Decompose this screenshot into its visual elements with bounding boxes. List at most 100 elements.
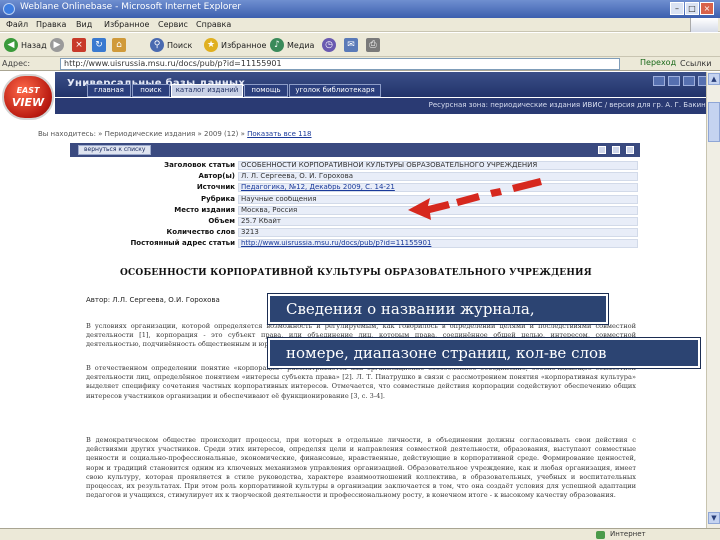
media-label: Медиа: [287, 40, 315, 50]
annotation-callout-details: номере, диапазоне страниц, кол-ве слов: [268, 338, 700, 368]
back-button[interactable]: ◀ Назад: [4, 37, 47, 53]
panel-close-icon[interactable]: [626, 146, 634, 154]
meta-value: ОСОБЕННОСТИ КОРПОРАТИВНОЙ КУЛЬТУРЫ ОБРАЗ…: [238, 161, 638, 170]
close-button[interactable]: ×: [700, 2, 714, 15]
nav-search[interactable]: поиск: [132, 84, 170, 97]
menu-favorites[interactable]: Избранное: [104, 20, 149, 29]
scroll-thumb[interactable]: [708, 102, 720, 142]
search-button[interactable]: ⚲ Поиск: [150, 37, 192, 53]
browser-toolbar: ◀ Назад ▶ × ↻ ⌂ ⚲ Поиск ★ Избранное ♪ Ме…: [0, 33, 720, 57]
nav-help[interactable]: помощь: [244, 84, 288, 97]
media-button[interactable]: ♪ Медиа: [270, 37, 314, 53]
media-icon: ♪: [270, 38, 284, 52]
meta-key: Место издания: [174, 205, 235, 214]
meta-key: Рубрика: [201, 194, 235, 203]
vertical-scrollbar[interactable]: ▲ ▼: [706, 72, 720, 540]
metadata-table: Заголовок статьи ОСОБЕННОСТИ КОРПОРАТИВНО…: [70, 160, 640, 250]
print-button[interactable]: ⎙: [366, 37, 380, 53]
address-bar: Адрес: http://www.uisrussia.msu.ru/docs/…: [0, 57, 720, 71]
article-metadata-panel: вернуться к списку Заголовок статьи ОСОБЕ…: [70, 143, 640, 257]
meta-row-source: Источник Педагогика, №12, Декабрь 2009, С…: [70, 182, 640, 193]
home-button[interactable]: ⌂: [112, 37, 126, 53]
meta-row-authors: Автор(ы) Л. Л. Сергеева, О. И. Горохова: [70, 171, 640, 182]
go-button[interactable]: Переход: [640, 58, 676, 67]
menu-bar: Файл Правка Вид Избранное Сервис Справка: [0, 18, 720, 32]
menu-edit[interactable]: Правка: [36, 20, 66, 29]
arrow-dash-1: [456, 193, 480, 206]
menu-tools[interactable]: Сервис: [158, 20, 188, 29]
logo-line-2: VIEW: [11, 96, 45, 109]
back-label: Назад: [21, 40, 47, 50]
breadcrumb: Вы находитесь: » Периодические издания »…: [38, 130, 312, 138]
meta-key: Количество слов: [166, 228, 235, 237]
permalink-link[interactable]: http://www.uisrussia.msu.ru/docs/pub/p?i…: [238, 239, 638, 249]
maximize-button[interactable]: □: [685, 2, 699, 15]
back-to-list-button[interactable]: вернуться к списку: [78, 145, 152, 155]
stop-button[interactable]: ×: [72, 37, 86, 53]
arrow-dash-2: [490, 188, 502, 197]
windows-logo-icon: [690, 18, 718, 32]
red-dashed-arrow-icon: [408, 178, 542, 220]
meta-row-size: Объем 25.7 Кбайт: [70, 216, 640, 227]
stop-icon: ×: [72, 38, 86, 52]
status-zone: Интернет: [610, 530, 646, 538]
header-icon-2[interactable]: [668, 76, 680, 86]
scroll-down-icon[interactable]: ▼: [708, 512, 720, 524]
mail-icon: ✉: [344, 38, 358, 52]
logo-line-1: EAST: [16, 86, 40, 95]
links-button[interactable]: Ссылки: [680, 59, 711, 68]
address-input[interactable]: http://www.uisrussia.msu.ru/docs/pub/p?i…: [60, 58, 620, 70]
minimize-button[interactable]: –: [670, 2, 684, 15]
menu-file[interactable]: Файл: [6, 20, 28, 29]
meta-key: Объем: [208, 216, 235, 225]
meta-row-rubric: Рубрика Научные сообщения: [70, 194, 640, 205]
nav-home[interactable]: главная: [87, 84, 131, 97]
search-label: Поиск: [167, 40, 193, 50]
ie-logo-icon: [3, 3, 15, 15]
scroll-up-icon[interactable]: ▲: [708, 73, 720, 85]
menu-view[interactable]: Вид: [76, 20, 92, 29]
internet-zone-icon: [596, 531, 605, 539]
favorites-label: Избранное: [221, 40, 267, 50]
header-icon-3[interactable]: [683, 76, 695, 86]
meta-key: Заголовок статьи: [164, 161, 235, 169]
refresh-icon: ↻: [92, 38, 106, 52]
arrow-head: [408, 198, 450, 220]
panel-maximize-icon[interactable]: [612, 146, 620, 154]
window-title: Weblane Onlinebase - Microsoft Internet …: [20, 2, 242, 12]
favorites-button[interactable]: ★ Избранное: [204, 37, 266, 53]
article-paragraph: В демократическом обществе происходит пр…: [86, 436, 636, 500]
sub-header-bar: Ресурсная зона: периодические издания ИВ…: [55, 98, 718, 114]
meta-row-permalink: Постоянный адрес статьи http://www.uisrus…: [70, 238, 640, 249]
star-icon: ★: [204, 38, 218, 52]
site-nav: главная поиск каталог изданий помощь уго…: [55, 84, 475, 97]
meta-key: Источник: [196, 183, 235, 192]
menu-help[interactable]: Справка: [196, 20, 231, 29]
mail-button[interactable]: ✉: [344, 37, 358, 53]
breadcrumb-prefix: Вы находитесь: » Периодические издания »…: [38, 130, 248, 138]
header-icon-1[interactable]: [653, 76, 665, 86]
search-icon: ⚲: [150, 38, 164, 52]
printer-icon: ⎙: [366, 38, 380, 52]
history-icon: ◷: [322, 38, 336, 52]
article-paragraph: В отечественном определении понятие «кор…: [86, 364, 636, 400]
article-authors: Автор: Л.Л. Сергеева, О.И. Горохова: [86, 296, 220, 304]
resource-zone-text: Ресурсная зона: периодические издания ИВ…: [428, 101, 710, 109]
refresh-button[interactable]: ↻: [92, 37, 106, 53]
window-titlebar: Weblane Onlinebase - Microsoft Internet …: [0, 0, 720, 18]
eastview-logo: EAST VIEW: [2, 74, 54, 120]
history-button[interactable]: ◷: [322, 37, 336, 53]
nav-librarian[interactable]: уголок библиотекаря: [289, 84, 381, 97]
meta-row-title: Заголовок статьи ОСОБЕННОСТИ КОРПОРАТИВНО…: [70, 160, 640, 171]
nav-catalog[interactable]: каталог изданий: [171, 84, 243, 97]
arrow-dash-3: [512, 178, 542, 192]
article-title: ОСОБЕННОСТИ КОРПОРАТИВНОЙ КУЛЬТУРЫ ОБРАЗ…: [120, 268, 592, 278]
breadcrumb-link[interactable]: Показать все 118: [247, 130, 311, 138]
forward-button[interactable]: ▶: [50, 37, 64, 53]
meta-key: Постоянный адрес статьи: [130, 239, 235, 248]
meta-row-place: Место издания Москва, Россия: [70, 205, 640, 216]
panel-minimize-icon[interactable]: [598, 146, 606, 154]
home-icon: ⌂: [112, 38, 126, 52]
back-arrow-icon: ◀: [4, 38, 18, 52]
meta-value: 3213: [238, 228, 638, 238]
